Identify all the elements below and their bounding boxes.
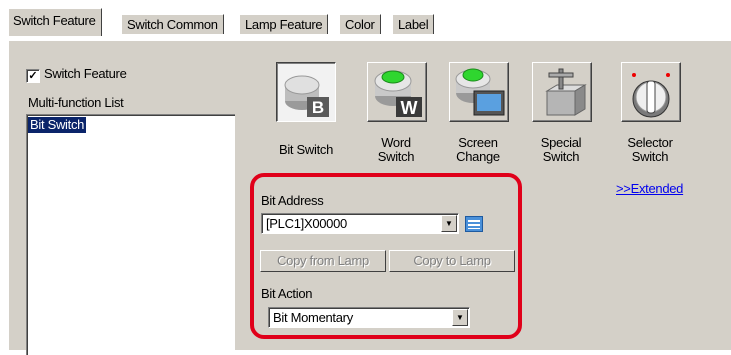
bit-action-combo[interactable]: Bit Momentary ▼	[268, 307, 470, 328]
screen-change-label: Screen Change	[456, 135, 500, 164]
screen-change-icon	[455, 68, 505, 116]
selector-switch-icon	[632, 73, 670, 118]
bit-address-label: Bit Address	[261, 193, 324, 208]
bit-action-value: Bit Momentary	[273, 310, 353, 325]
svg-text:W: W	[401, 98, 418, 118]
tab-color[interactable]: Color	[339, 14, 381, 34]
copy-to-lamp-button[interactable]: Copy to Lamp	[389, 250, 515, 272]
tab-switch-common[interactable]: Switch Common	[121, 14, 224, 34]
screen-change-button[interactable]	[449, 62, 509, 122]
bit-action-label: Bit Action	[261, 286, 313, 301]
multi-function-list-label: Multi-function List	[28, 95, 124, 110]
selector-switch-label: Selector Switch	[627, 135, 673, 164]
special-switch-button[interactable]	[532, 62, 592, 122]
svg-text:B: B	[312, 98, 324, 117]
list-item[interactable]: Bit Switch	[28, 117, 87, 133]
selector-switch-button[interactable]	[621, 62, 681, 122]
word-switch-button[interactable]: W	[367, 62, 427, 122]
bit-switch-label: Bit Switch	[278, 142, 334, 157]
bit-address-value: [PLC1]X00000	[266, 216, 347, 231]
extended-link[interactable]: >>Extended	[616, 181, 683, 196]
bit-address-combo[interactable]: [PLC1]X00000 ▼	[261, 213, 459, 234]
bit-switch-icon: B	[284, 75, 329, 117]
word-switch-icon: W	[374, 70, 422, 118]
copy-from-lamp-button[interactable]: Copy from Lamp	[260, 250, 386, 272]
multi-function-list[interactable]	[26, 114, 235, 355]
tab-switch-feature[interactable]: Switch Feature	[8, 8, 102, 36]
switch-feature-checkbox[interactable]: ✓	[26, 69, 40, 83]
special-switch-icon	[545, 68, 587, 116]
tab-lamp-feature[interactable]: Lamp Feature	[239, 14, 329, 34]
chevron-down-icon[interactable]: ▼	[452, 309, 468, 326]
bit-switch-button[interactable]: B	[276, 62, 336, 122]
tab-label[interactable]: Label	[392, 14, 435, 34]
special-switch-label: Special Switch	[540, 135, 582, 164]
address-input-icon[interactable]	[465, 216, 483, 232]
word-switch-label: Word Switch	[377, 135, 415, 164]
chevron-down-icon[interactable]: ▼	[441, 215, 457, 232]
switch-feature-checkbox-label: Switch Feature	[44, 66, 127, 81]
